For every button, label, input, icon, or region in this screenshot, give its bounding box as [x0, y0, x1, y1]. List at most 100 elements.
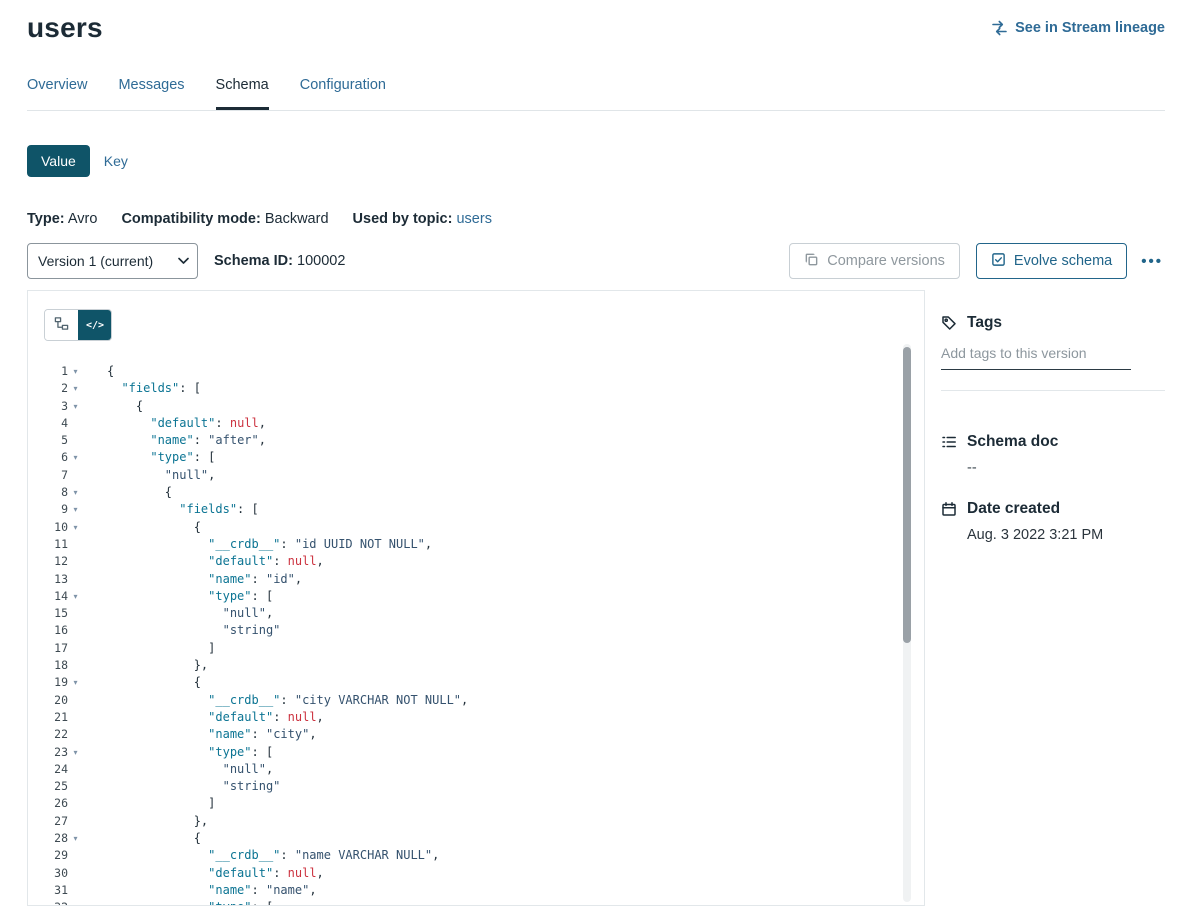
- code-token: [107, 416, 150, 430]
- code-token: "type": [150, 450, 193, 464]
- code-text: "__crdb__": "name VARCHAR NULL",: [83, 847, 439, 864]
- fold-toggle-icon[interactable]: ▾: [68, 899, 83, 905]
- code-token: [107, 866, 208, 880]
- code-line: 2▾ "fields": [: [38, 380, 898, 397]
- version-select[interactable]: Version 1 (current): [27, 243, 198, 279]
- key-toggle-button[interactable]: Key: [90, 145, 142, 177]
- tab-messages[interactable]: Messages: [118, 77, 184, 110]
- code-token: "type": [208, 745, 251, 759]
- schema-editor: </> 1▾{2▾ "fields": [3▾ {4 "default": nu…: [27, 290, 925, 906]
- code-view-icon: </>: [86, 320, 104, 331]
- code-text: "name": "city",: [83, 726, 317, 743]
- date-created-title: Date created: [967, 500, 1060, 518]
- fold-toggle-icon[interactable]: ▾: [68, 744, 83, 761]
- code-token: "name": [266, 883, 309, 897]
- code-token: [107, 589, 208, 603]
- code-text: "string": [83, 778, 280, 795]
- fold-spacer: [68, 536, 83, 553]
- line-number: 17: [38, 640, 68, 657]
- meta-compat-label: Compatibility mode:: [121, 211, 260, 227]
- code-token: {: [107, 831, 201, 845]
- code-line: 16 "string": [38, 622, 898, 639]
- code-line: 28▾ {: [38, 830, 898, 847]
- line-number: 5: [38, 432, 68, 449]
- editor-scrollbar-thumb[interactable]: [903, 347, 911, 643]
- code-token: "fields": [179, 502, 237, 516]
- code-line: 6▾ "type": [: [38, 449, 898, 466]
- topic-link[interactable]: users: [456, 211, 491, 227]
- code-token: "string": [223, 623, 281, 637]
- line-number: 21: [38, 709, 68, 726]
- code-line: 3▾ {: [38, 398, 898, 415]
- code-line: 21 "default": null,: [38, 709, 898, 726]
- code-text: "null",: [83, 467, 215, 484]
- tree-view-button[interactable]: [45, 310, 78, 340]
- code-token: "name": [150, 433, 193, 447]
- date-created-value: Aug. 3 2022 3:21 PM: [967, 527, 1165, 543]
- fold-toggle-icon[interactable]: ▾: [68, 398, 83, 415]
- line-number: 23: [38, 744, 68, 761]
- add-tags-input[interactable]: [941, 342, 1131, 370]
- code-token: "default": [150, 416, 215, 430]
- fold-toggle-icon[interactable]: ▾: [68, 830, 83, 847]
- code-token: [107, 848, 208, 862]
- code-token: ]: [107, 796, 215, 810]
- fold-spacer: [68, 640, 83, 657]
- fold-toggle-icon[interactable]: ▾: [68, 519, 83, 536]
- line-number: 26: [38, 795, 68, 812]
- code-token: ,: [259, 433, 266, 447]
- code-token: [107, 745, 208, 759]
- line-number: 20: [38, 692, 68, 709]
- code-line: 26 ]: [38, 795, 898, 812]
- fold-toggle-icon[interactable]: ▾: [68, 380, 83, 397]
- code-line: 27 },: [38, 813, 898, 830]
- code-line: 7 "null",: [38, 467, 898, 484]
- meta-topic: Used by topic: users: [353, 211, 492, 227]
- code-token: "null": [165, 468, 208, 482]
- code-token: :: [273, 554, 287, 568]
- fold-toggle-icon[interactable]: ▾: [68, 484, 83, 501]
- evolve-schema-button[interactable]: Evolve schema: [976, 243, 1127, 279]
- tab-schema[interactable]: Schema: [216, 77, 269, 110]
- schema-content: </> 1▾{2▾ "fields": [3▾ {4 "default": nu…: [27, 290, 1165, 906]
- code-token: },: [107, 658, 208, 672]
- code-text: {: [83, 830, 201, 847]
- meta-type: Type: Avro: [27, 211, 97, 227]
- code-text: {: [83, 363, 114, 380]
- stream-lineage-link[interactable]: See in Stream lineage: [991, 20, 1165, 36]
- editor-view-toggle: </>: [44, 309, 112, 341]
- code-line: 24 "null",: [38, 761, 898, 778]
- fold-toggle-icon[interactable]: ▾: [68, 674, 83, 691]
- tags-section: Tags: [941, 314, 1165, 391]
- fold-spacer: [68, 571, 83, 588]
- fold-toggle-icon[interactable]: ▾: [68, 363, 83, 380]
- editor-scrollbar[interactable]: [903, 344, 911, 902]
- code-view-button[interactable]: </>: [78, 310, 111, 340]
- tab-configuration[interactable]: Configuration: [300, 77, 386, 110]
- fold-toggle-icon[interactable]: ▾: [68, 588, 83, 605]
- fold-toggle-icon[interactable]: ▾: [68, 501, 83, 518]
- code-token: [107, 900, 208, 905]
- code-token: "name": [208, 727, 251, 741]
- code-token: {: [107, 520, 201, 534]
- code-text: "default": null,: [83, 865, 324, 882]
- code-token: [107, 727, 208, 741]
- fold-toggle-icon[interactable]: ▾: [68, 449, 83, 466]
- schema-controls: Version 1 (current) Schema ID: 100002 Co…: [27, 243, 1165, 279]
- line-number: 3: [38, 398, 68, 415]
- line-number: 30: [38, 865, 68, 882]
- code-text: {: [83, 519, 201, 536]
- code-text: "fields": [: [83, 501, 259, 518]
- meta-compat-value: Backward: [265, 211, 329, 227]
- fold-spacer: [68, 795, 83, 812]
- value-toggle-button[interactable]: Value: [27, 145, 90, 177]
- tab-overview[interactable]: Overview: [27, 77, 87, 110]
- code-text: "null",: [83, 761, 273, 778]
- code-token: "name VARCHAR NULL": [295, 848, 432, 862]
- line-number: 13: [38, 571, 68, 588]
- code-text: "name": "after",: [83, 432, 266, 449]
- more-options-button[interactable]: •••: [1139, 249, 1165, 274]
- line-number: 18: [38, 657, 68, 674]
- doc-list-icon: [941, 434, 957, 450]
- compare-versions-button[interactable]: Compare versions: [789, 243, 960, 279]
